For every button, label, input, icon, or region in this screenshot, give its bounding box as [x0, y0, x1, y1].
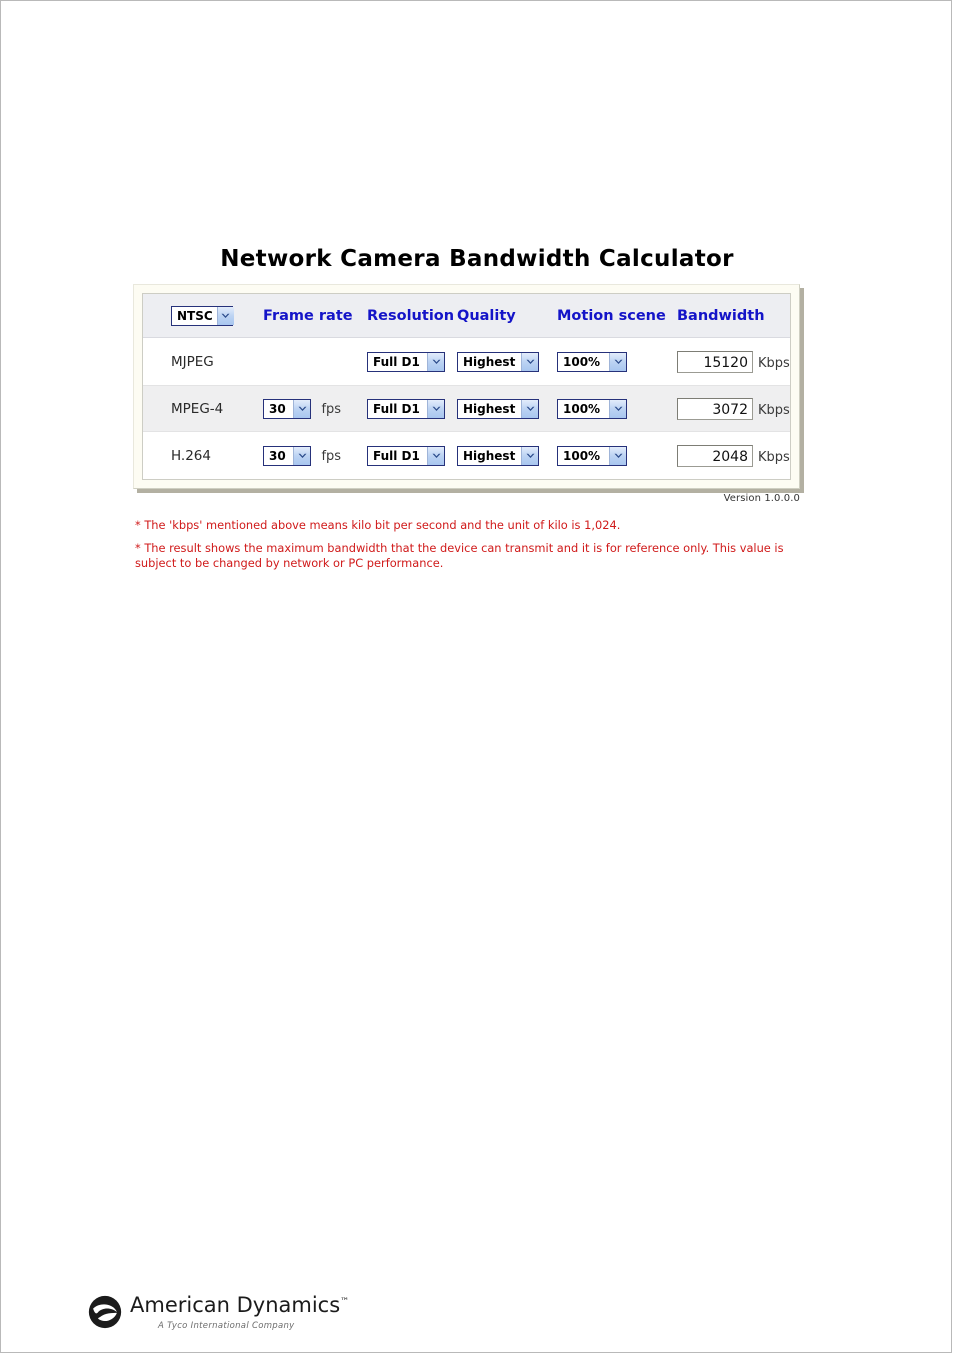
brand-tagline: A Tyco International Company: [158, 1321, 295, 1332]
video-standard-cell: NTSC: [171, 305, 263, 326]
quality-select[interactable]: Highest: [457, 398, 539, 419]
motion-scene-value: 100%: [563, 401, 601, 416]
resolution-cell: Full D1: [367, 351, 457, 372]
chevron-down-icon[interactable]: [427, 446, 444, 465]
brand-name: American Dynamics™: [130, 1294, 349, 1316]
bandwidth-unit: Kbps: [758, 355, 790, 371]
resolution-select[interactable]: Full D1: [367, 398, 445, 419]
codec-label: H.264: [171, 447, 211, 464]
chevron-down-icon[interactable]: [293, 446, 310, 465]
quality-cell: Highest: [457, 445, 547, 466]
calculator-table: NTSC Frame rate Resolution Quality Motio…: [142, 293, 791, 480]
notes-block: * The 'kbps' mentioned above means kilo …: [135, 518, 800, 571]
header-motion-scene: Motion scene: [557, 307, 666, 324]
resolution-value: Full D1: [373, 354, 420, 369]
motion-scene-select[interactable]: 100%: [557, 398, 627, 419]
chevron-down-icon[interactable]: [216, 306, 234, 325]
bandwidth-cell: 2048 Kbps: [677, 444, 827, 467]
chevron-down-icon[interactable]: [521, 352, 538, 371]
motion-scene-select[interactable]: 100%: [557, 445, 627, 466]
header-bandwidth: Bandwidth: [677, 307, 765, 324]
quality-cell: Highest: [457, 351, 547, 372]
codec-label: MPEG-4: [171, 400, 224, 417]
frame-rate-value: 30: [269, 448, 286, 463]
resolution-select[interactable]: Full D1: [367, 445, 445, 466]
motion-scene-value: 100%: [563, 448, 601, 463]
video-standard-select[interactable]: NTSC: [171, 305, 234, 326]
resolution-select[interactable]: Full D1: [367, 351, 445, 372]
page-border: [0, 0, 952, 1353]
frame-rate-select[interactable]: 30: [263, 445, 311, 466]
motion-scene-value: 100%: [563, 354, 601, 369]
frame-rate-select[interactable]: 30: [263, 398, 311, 419]
fps-unit: fps: [321, 401, 342, 417]
chevron-down-icon[interactable]: [609, 352, 626, 371]
header-frame-rate: Frame rate: [263, 307, 353, 324]
frame-rate-cell: 30 fps: [263, 398, 359, 419]
bandwidth-unit: Kbps: [758, 402, 790, 418]
footer-logo-text: American Dynamics™ A Tyco International …: [130, 1294, 349, 1331]
quality-value: Highest: [463, 354, 516, 369]
motion-scene-cell: 100%: [557, 398, 677, 419]
video-standard-value: NTSC: [177, 308, 213, 323]
note-kbps: * The 'kbps' mentioned above means kilo …: [135, 518, 621, 532]
trademark-symbol: ™: [340, 1297, 350, 1307]
bandwidth-cell: 15120 Kbps: [677, 350, 827, 373]
table-header-row: NTSC Frame rate Resolution Quality Motio…: [143, 294, 790, 338]
resolution-cell: Full D1: [367, 398, 457, 419]
bandwidth-value: 3072: [677, 397, 753, 420]
table-row: MPEG-4 30 fps Full D1 Highest 100% 3072 …: [143, 385, 790, 432]
chevron-down-icon[interactable]: [293, 399, 310, 418]
calculator-panel: NTSC Frame rate Resolution Quality Motio…: [133, 284, 800, 489]
footer-logo: American Dynamics™ A Tyco International …: [88, 1294, 349, 1331]
note-reference: * The result shows the maximum bandwidth…: [135, 541, 784, 570]
bandwidth-unit: Kbps: [758, 449, 790, 465]
resolution-value: Full D1: [373, 448, 420, 463]
quality-select[interactable]: Highest: [457, 445, 539, 466]
bandwidth-cell: 3072 Kbps: [677, 397, 827, 420]
calculator-panel-wrapper: NTSC Frame rate Resolution Quality Motio…: [133, 284, 800, 504]
quality-value: Highest: [463, 448, 516, 463]
table-row: H.264 30 fps Full D1 Highest 100% 2048 K…: [143, 432, 790, 479]
codec-label: MJPEG: [171, 353, 214, 370]
chevron-down-icon[interactable]: [427, 399, 444, 418]
header-quality: Quality: [457, 307, 516, 324]
bandwidth-value: 2048: [677, 444, 753, 467]
quality-select[interactable]: Highest: [457, 351, 539, 372]
table-row: MJPEG Full D1 Highest 100% 15120 Kbps: [143, 338, 790, 385]
version-label: Version 1.0.0.0: [723, 493, 800, 504]
quality-value: Highest: [463, 401, 516, 416]
frame-rate-value: 30: [269, 401, 286, 416]
motion-scene-cell: 100%: [557, 351, 677, 372]
frame-rate-cell: 30 fps: [263, 445, 359, 466]
american-dynamics-logo-icon: [88, 1295, 122, 1329]
brand-name-text: American Dynamics: [130, 1293, 341, 1317]
motion-scene-cell: 100%: [557, 445, 677, 466]
header-resolution: Resolution: [367, 307, 455, 324]
motion-scene-select[interactable]: 100%: [557, 351, 627, 372]
resolution-cell: Full D1: [367, 445, 457, 466]
chevron-down-icon[interactable]: [609, 399, 626, 418]
page-title: Network Camera Bandwidth Calculator: [220, 246, 734, 272]
chevron-down-icon[interactable]: [609, 446, 626, 465]
resolution-value: Full D1: [373, 401, 420, 416]
chevron-down-icon[interactable]: [427, 352, 444, 371]
chevron-down-icon[interactable]: [521, 399, 538, 418]
bandwidth-value: 15120: [677, 350, 753, 373]
fps-unit: fps: [321, 448, 342, 464]
chevron-down-icon[interactable]: [521, 446, 538, 465]
quality-cell: Highest: [457, 398, 547, 419]
